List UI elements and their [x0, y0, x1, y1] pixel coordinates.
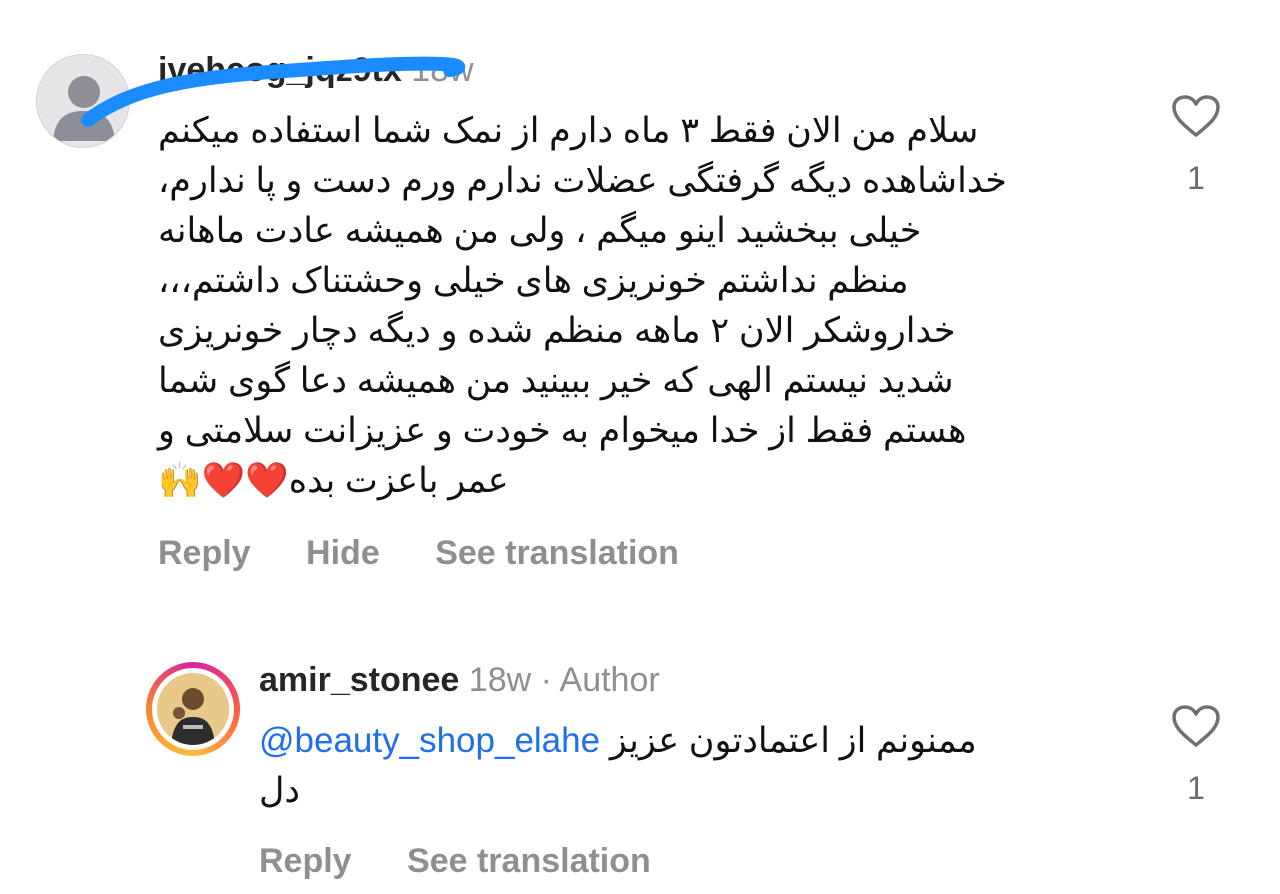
username[interactable]: ivehcog_jqz9tx: [158, 51, 402, 89]
see-translation-button[interactable]: See translation: [407, 842, 651, 881]
text-line: ممنونم از اعتمادتون عزیز: [609, 721, 977, 760]
heart-outline-icon[interactable]: [1171, 704, 1221, 748]
comment-1-actions: Reply Hide See translation: [158, 534, 679, 573]
text-line: خداروشکر الان ۲ ماهه منظم شده و دیگه دچا…: [158, 311, 956, 350]
timestamp: 18w: [468, 661, 532, 699]
comment-1-text: سلام من الان فقط ۳ ماه دارم از نمک شما ا…: [158, 106, 1118, 506]
like-control: 1: [1166, 704, 1226, 807]
like-count: 1: [1187, 770, 1205, 806]
timestamp: 18w: [411, 51, 474, 89]
text-line: عمر باعزت بده: [288, 461, 509, 500]
mention-link[interactable]: @beauty_shop_elahe: [259, 721, 600, 760]
like-control: 1: [1166, 94, 1226, 197]
avatar[interactable]: [146, 662, 240, 756]
text-line: دل: [259, 771, 301, 810]
avatar-photo: [157, 673, 229, 745]
text-line: منظم نداشتم خونریزی های خیلی وحشتناک داش…: [158, 261, 909, 300]
emoji-reactions: ❤️❤️🙌: [158, 461, 289, 501]
text-line: شدید نیستم الهی که خیر ببینید من همیشه د…: [158, 361, 954, 400]
hide-button[interactable]: Hide: [306, 534, 380, 573]
username[interactable]: amir_stonee: [259, 661, 459, 699]
like-count: 1: [1187, 160, 1205, 196]
separator: ·: [540, 661, 552, 699]
text-line: هستم فقط از خدا میخوام به خودت و عزیزانت…: [158, 411, 967, 450]
reply-button[interactable]: Reply: [259, 842, 352, 881]
comment-2-text: @beauty_shop_elahe ممنونم از اعتمادتون ع…: [259, 716, 1139, 816]
comment-2-header: amir_stonee 18w · Author: [259, 660, 660, 700]
comment-1-header: ivehcog_jqz9tx 18w: [158, 50, 474, 90]
comment-2-actions: Reply See translation: [259, 842, 651, 881]
default-avatar-icon[interactable]: [36, 54, 130, 148]
text-line-last: عمر باعزت بده❤️❤️🙌: [158, 456, 1118, 506]
reply-button[interactable]: Reply: [158, 534, 251, 573]
author-badge: Author: [559, 661, 660, 699]
text-line: خداشاهده دیگه گرفتگی عضلات ندارم ورم دست…: [158, 161, 1007, 200]
text-line: سلام من الان فقط ۳ ماه دارم از نمک شما ا…: [158, 111, 979, 150]
text-line: خیلی ببخشید اینو میگم ، ولی من همیشه عاد…: [158, 211, 922, 250]
heart-outline-icon[interactable]: [1171, 94, 1221, 138]
see-translation-button[interactable]: See translation: [435, 534, 679, 573]
